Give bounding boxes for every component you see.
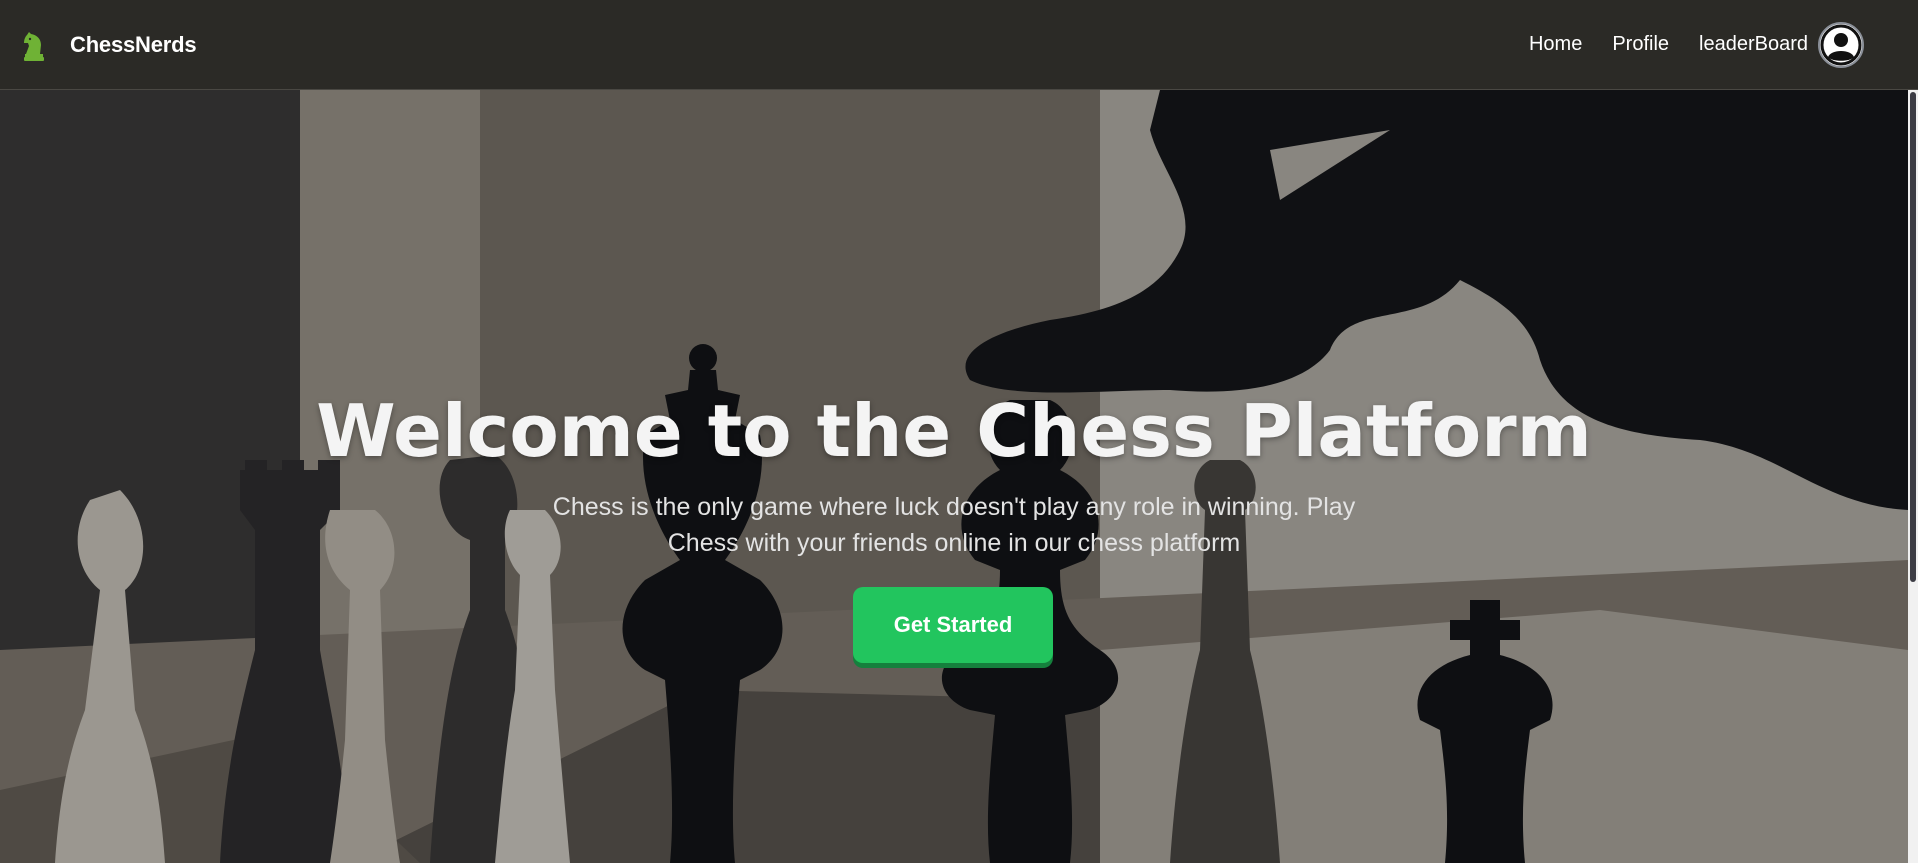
nav-link-profile[interactable]: Profile xyxy=(1612,33,1669,56)
user-circle-icon xyxy=(1820,24,1862,66)
page: ChessNerds Home Profile leaderBoard Welc… xyxy=(0,0,1918,863)
hero-title: Welcome to the Chess Platform xyxy=(316,389,1592,473)
scrollbar-thumb[interactable] xyxy=(1910,92,1916,582)
hero-section: Welcome to the Chess Platform Chess is t… xyxy=(0,90,1908,863)
brand-name[interactable]: ChessNerds xyxy=(70,32,197,58)
chess-knight-icon[interactable] xyxy=(21,31,47,61)
user-avatar-button[interactable] xyxy=(1818,22,1864,68)
nav-link-leaderboard[interactable]: leaderBoard xyxy=(1699,33,1808,56)
get-started-button[interactable]: Get Started xyxy=(853,587,1053,663)
page-scrollbar[interactable] xyxy=(1908,90,1918,863)
navbar: ChessNerds Home Profile leaderBoard xyxy=(0,0,1918,90)
hero-subtitle: Chess is the only game where luck doesn'… xyxy=(552,493,1356,557)
hero-content: Welcome to the Chess Platform Chess is t… xyxy=(0,90,1908,863)
nav-links: Home Profile leaderBoard xyxy=(1529,33,1808,56)
nav-link-home[interactable]: Home xyxy=(1529,33,1582,56)
